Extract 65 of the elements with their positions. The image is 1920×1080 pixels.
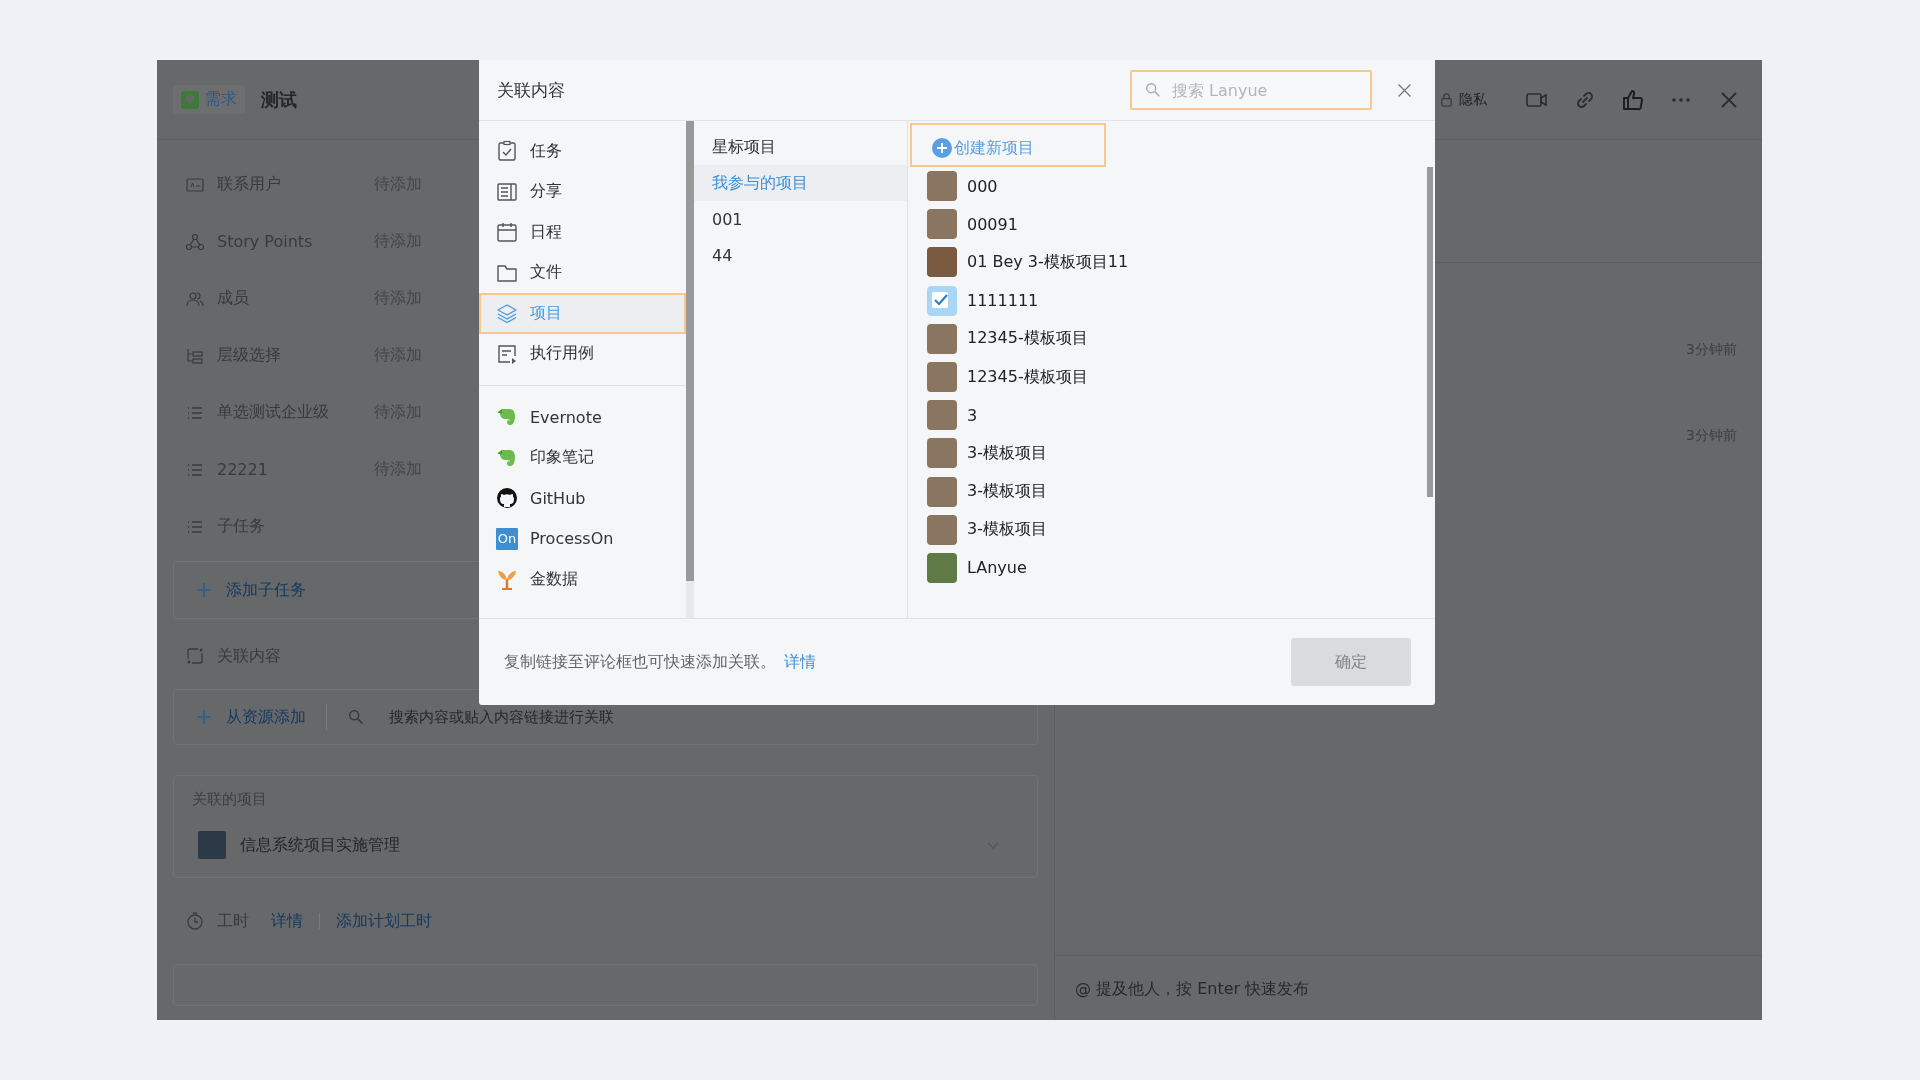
project-thumbnail (927, 438, 957, 469)
processon-logo: On (496, 527, 518, 550)
github-icon (496, 487, 518, 510)
category-item[interactable]: 金数据 (479, 559, 686, 600)
project-thumbnail (927, 323, 957, 354)
calendar-icon (496, 221, 518, 244)
scrollbar[interactable] (1427, 167, 1433, 497)
search-input[interactable]: 搜索内容或贴入内容链接进行关联 (387, 707, 1037, 727)
stopwatch-icon (185, 911, 205, 931)
plus-icon (196, 709, 212, 725)
project-thumbnail (927, 247, 957, 278)
project-item[interactable]: 3 (908, 396, 1435, 435)
lock-icon (1439, 92, 1454, 107)
dialog-title: 关联内容 (497, 78, 565, 102)
category-item[interactable]: 任务 (479, 131, 686, 172)
thumbs-up-icon[interactable] (1621, 87, 1645, 112)
tag-label: 需求 (205, 89, 237, 110)
project-thumbnail (927, 514, 957, 545)
hint-text: 复制链接至评论框也可快速添加关联。 (504, 651, 776, 673)
checkbox-icon (927, 285, 957, 316)
comment-field[interactable]: @ 提及他人，按 Enter 快速发布 (1055, 955, 1762, 1020)
category-item[interactable]: 日程 (479, 212, 686, 253)
project-item[interactable]: 12345-模板项目 (908, 319, 1435, 358)
project-item[interactable]: 3-模板项目 (908, 434, 1435, 473)
project-thumbnail (927, 476, 957, 507)
task-title: 测试 (261, 87, 297, 112)
search-input[interactable]: 搜索 Lanyue (1170, 79, 1354, 101)
project-item[interactable]: 00091 (908, 205, 1435, 244)
project-thumbnail (198, 831, 226, 859)
project-item[interactable]: LAnyue (908, 548, 1435, 588)
bulb-icon (181, 90, 199, 109)
scrollbar[interactable] (686, 121, 694, 618)
project-item[interactable]: 01 Bey 3-模板项目11 (908, 243, 1435, 282)
project-item[interactable]: 12345-模板项目 (908, 357, 1435, 397)
category-item[interactable]: 印象笔记 (479, 437, 686, 478)
category-item[interactable]: 执行用例 (479, 333, 686, 374)
link-frame-icon (185, 646, 205, 666)
search-icon (347, 708, 365, 726)
filter-item[interactable]: 44 (694, 237, 907, 273)
search-icon (1144, 81, 1162, 99)
project-item[interactable]: 1111111 (908, 281, 1435, 320)
plus-icon (196, 582, 212, 598)
category-item[interactable]: Evernote (479, 397, 686, 438)
project-thumbnail (927, 552, 957, 583)
document-play-icon (496, 342, 518, 365)
document-icon (496, 180, 518, 203)
clipboard-check-icon (496, 140, 518, 163)
project-thumbnail (927, 209, 957, 240)
category-item[interactable]: 分享 (479, 171, 686, 212)
search-field[interactable]: 搜索 Lanyue (1130, 70, 1372, 110)
project-thumbnail (927, 362, 957, 393)
project-thumbnail (927, 171, 957, 202)
filter-item[interactable]: 001 (694, 201, 907, 237)
project-thumbnail (927, 400, 957, 431)
plus-circle-icon (932, 138, 952, 158)
project-item[interactable]: 000 (908, 167, 1435, 206)
sprout-icon (496, 568, 518, 591)
nodes-icon (185, 231, 205, 252)
category-item[interactable]: On ProcessOn (479, 518, 686, 559)
category-item[interactable]: 文件 (479, 252, 686, 293)
layers-icon (496, 302, 518, 325)
project-item[interactable]: 3-模板项目 (908, 510, 1435, 549)
category-item[interactable]: GitHub (479, 478, 686, 519)
filter-item[interactable]: 星标项目 (694, 129, 907, 165)
project-item[interactable]: 3-模板项目 (908, 472, 1435, 511)
